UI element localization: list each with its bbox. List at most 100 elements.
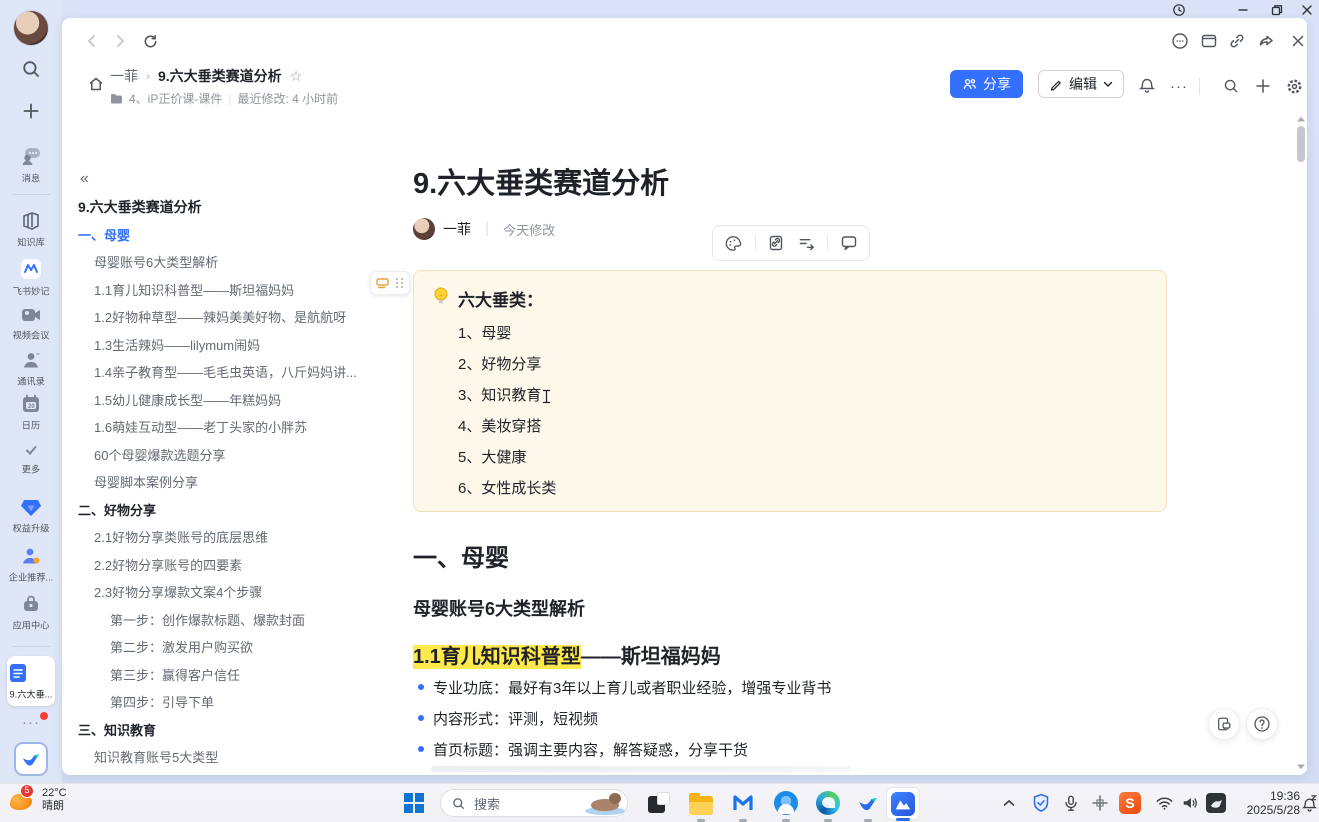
notification-dnd-icon[interactable]	[1296, 790, 1319, 816]
outline-item[interactable]: 二、好物分享	[78, 497, 390, 525]
security-shield-icon[interactable]	[1028, 790, 1054, 816]
user-avatar[interactable]	[0, 10, 62, 46]
doc-title[interactable]: 9.六大垂类赛道分析	[413, 160, 669, 202]
outline-item[interactable]: 1.5幼儿健康成长型——年糕妈妈	[78, 387, 390, 415]
feishu-app-icon[interactable]	[0, 742, 62, 776]
help-button[interactable]	[1246, 708, 1278, 740]
wifi-icon[interactable]	[1151, 790, 1177, 816]
outline-item[interactable]: 1.2好物种草型——辣妈美美好物、是航航呀	[78, 304, 390, 332]
microphone-tray-icon[interactable]	[1058, 790, 1084, 816]
callout-item[interactable]: 3、知识教育	[458, 384, 541, 405]
sidebar-item-more[interactable]: 更多	[0, 441, 62, 476]
maximize-restore-button[interactable]	[1266, 1, 1288, 18]
outline-item[interactable]: 1.3生活辣妈——lilymum闹妈	[78, 332, 390, 360]
sidebar-item-recommend[interactable]: 企业推荐...	[0, 545, 62, 584]
outline-item[interactable]: 2.1好物分享类账号的底层思维	[78, 524, 390, 552]
breadcrumb-doc-title[interactable]: 9.六大垂类赛道分析	[158, 66, 282, 86]
taskbar-clock[interactable]: 19:36 2025/5/28	[1232, 789, 1300, 817]
drag-handle-icon[interactable]	[395, 277, 404, 289]
sidebar-item-messages[interactable]: 消息	[0, 146, 62, 185]
sidebar-item-meetings[interactable]: 视频会议	[0, 305, 62, 342]
doc-feedback-button[interactable]	[1208, 708, 1240, 740]
edge-button[interactable]	[815, 790, 841, 816]
outline-item[interactable]: 母婴脚本案例分享	[78, 469, 390, 497]
outline-collapse-button[interactable]: «	[80, 170, 89, 188]
star-icon[interactable]: ☆	[290, 68, 303, 85]
sidebar-item-upgrade[interactable]: 权益升级	[0, 496, 62, 535]
close-button[interactable]	[1296, 1, 1318, 18]
doc-comments-icon[interactable]	[1170, 31, 1190, 51]
sogou-input-icon[interactable]: S	[1117, 790, 1143, 816]
outline-item[interactable]: 2.3好物分享爆款文案4个步骤	[78, 579, 390, 607]
scroll-down-arrow[interactable]	[1297, 764, 1305, 770]
bullet-item[interactable]: 专业功底：最好有3年以上育儿或者职业经验，增强专业背书	[418, 677, 831, 698]
scrollbar-thumb[interactable]	[1297, 126, 1305, 162]
search-highlight-otter-image[interactable]	[585, 793, 625, 815]
nav-forward-button[interactable]	[110, 31, 130, 51]
sidebar-item-contacts[interactable]: 通讯录	[0, 349, 62, 388]
sidebar-add-button[interactable]	[0, 100, 62, 122]
active-app-button[interactable]	[886, 787, 920, 820]
outline-item[interactable]: 第二步：激发用户购买欲	[78, 634, 390, 662]
outline-list-button[interactable]	[797, 234, 816, 253]
doc-scrollbar[interactable]	[1296, 116, 1306, 771]
outline-item[interactable]: 三、知识教育	[78, 717, 390, 745]
sidebar-item-minutes[interactable]: 飞书妙记	[0, 257, 62, 298]
settings-gear-button[interactable]	[1283, 75, 1305, 97]
new-doc-button[interactable]	[1252, 75, 1274, 97]
section-heading[interactable]: 一、母婴	[413, 538, 509, 573]
outline-item[interactable]: 1.1育儿知识科普型——斯坦福妈妈	[78, 277, 390, 305]
outline-item[interactable]: 第四步：引导下单	[78, 689, 390, 717]
bullet-item[interactable]: 首页标题：强调主要内容，解答疑惑，分享干货	[418, 739, 748, 760]
minimize-button[interactable]	[1232, 1, 1254, 18]
file-explorer-button[interactable]	[688, 790, 714, 816]
outline-item[interactable]: 60个母婴爆款选题分享	[78, 442, 390, 470]
close-doc-icon[interactable]	[1288, 31, 1308, 51]
browser-o-app-button[interactable]	[773, 790, 799, 816]
open-in-window-icon[interactable]	[1199, 31, 1219, 51]
sidebar-item-appcenter[interactable]: 应用中心	[0, 593, 62, 632]
outline-item[interactable]: 1.6萌娃互动型——老丁头家的小胖苏	[78, 414, 390, 442]
volume-icon[interactable]	[1177, 790, 1203, 816]
feishu-taskbar-button[interactable]	[855, 790, 881, 816]
outline-item[interactable]: 第三步：赢得客户信任	[78, 662, 390, 690]
search-doc-button[interactable]	[1220, 75, 1242, 97]
author-name[interactable]: 一菲	[443, 219, 471, 239]
start-button[interactable]	[401, 790, 427, 816]
notification-bell-button[interactable]	[1136, 75, 1158, 97]
callout-item[interactable]: 1、母婴	[458, 322, 511, 343]
comment-button[interactable]	[840, 234, 858, 252]
taskbar-search-box[interactable]: 搜索	[440, 789, 628, 817]
outline-item[interactable]: 9.六大垂类赛道分析	[78, 194, 390, 222]
theme-palette-button[interactable]	[724, 234, 743, 253]
home-icon[interactable]	[86, 74, 106, 94]
outline-item[interactable]: 母婴账号6大类型解析	[78, 249, 390, 277]
nav-back-button[interactable]	[82, 31, 102, 51]
tray-expand-button[interactable]	[996, 790, 1022, 816]
share-forward-icon[interactable]	[1256, 31, 1276, 51]
sidebar-item-calendar[interactable]: 20 日历	[0, 393, 62, 432]
crosshair-tray-icon[interactable]	[1087, 790, 1113, 816]
outline-item[interactable]: 1.4亲子教育型——毛毛虫英语，八斤妈妈讲...	[78, 359, 390, 387]
task-view-button[interactable]	[646, 790, 672, 816]
ime-tray-icon[interactable]	[1203, 790, 1229, 816]
callout-item[interactable]: 5、大健康	[458, 446, 526, 467]
more-options-button[interactable]: ···	[1168, 75, 1190, 97]
h3-heading[interactable]: 1.1育儿知识科普型——斯坦福妈妈	[413, 640, 721, 669]
outline-item[interactable]: 第一步：创作爆款标题、爆款封面	[78, 607, 390, 635]
callout-block[interactable]: 六大垂类： 1、母婴 2、好物分享 3、知识教育 4、美妆穿搭 5、大健康 6、…	[413, 270, 1167, 512]
callout-item[interactable]: 2、好物分享	[458, 353, 541, 374]
callout-item[interactable]: 6、女性成长类	[458, 477, 556, 498]
sidebar-more-apps[interactable]: ···	[0, 714, 62, 732]
folder-name[interactable]: 4、iP正价课-课件	[129, 90, 222, 107]
author-avatar[interactable]	[413, 218, 435, 240]
taskbar-weather-widget[interactable]: 5 22°C 晴朗	[8, 786, 67, 814]
breadcrumb-parent[interactable]: 一菲	[110, 66, 138, 86]
sidebar-item-wiki[interactable]: 知识库	[0, 210, 62, 249]
sub-heading[interactable]: 母婴账号6大类型解析	[413, 595, 585, 621]
edit-button[interactable]: 编辑	[1038, 70, 1124, 98]
doc-link-button[interactable]	[767, 234, 785, 252]
outline-item[interactable]: 2.2好物分享账号的四要素	[78, 552, 390, 580]
mail-app-button[interactable]	[730, 790, 756, 816]
outline-item-active[interactable]: 一、母婴	[78, 222, 390, 250]
